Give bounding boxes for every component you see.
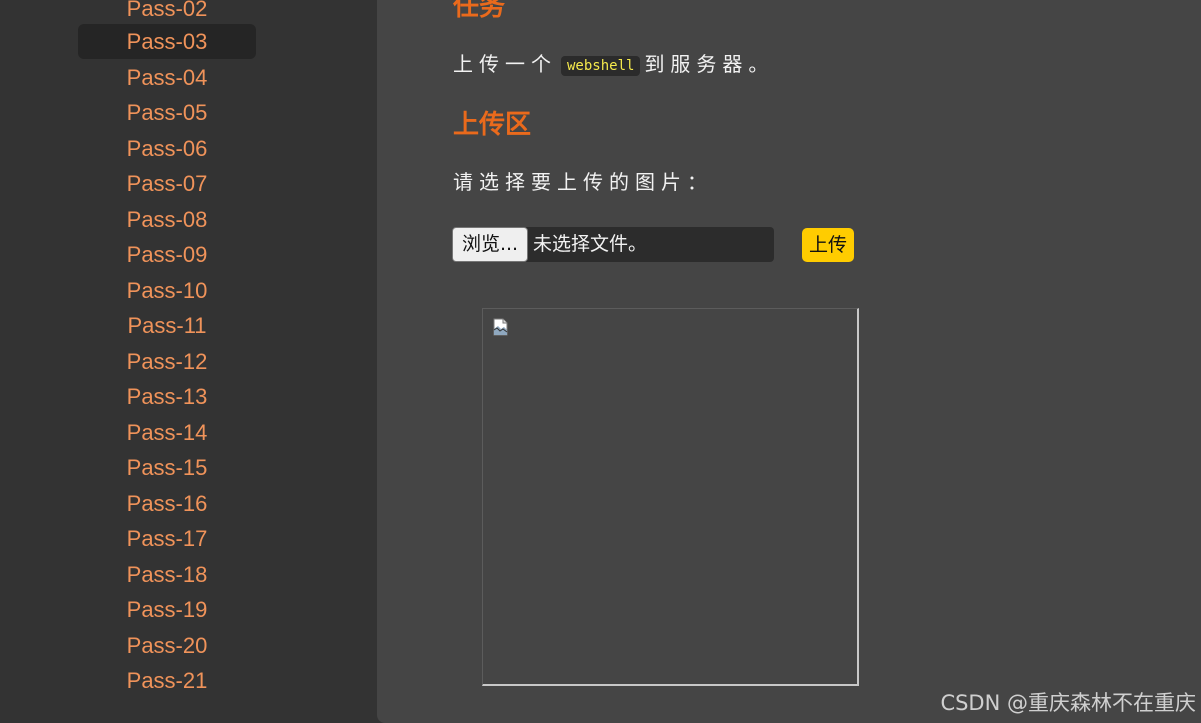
sidebar-item-pass-06[interactable]: Pass-06 — [78, 131, 256, 166]
sidebar-item-pass-09[interactable]: Pass-09 — [78, 237, 256, 272]
task-text-before: 上传一个 — [453, 52, 557, 76]
sidebar-item-pass-02[interactable]: Pass-02 — [78, 0, 256, 26]
upload-button[interactable]: 上传 — [802, 228, 854, 262]
sidebar-item-pass-14[interactable]: Pass-14 — [78, 415, 256, 450]
upload-prompt: 请选择要上传的图片： — [453, 170, 713, 194]
webshell-code: webshell — [561, 55, 641, 76]
sidebar-item-pass-12[interactable]: Pass-12 — [78, 344, 256, 379]
image-preview — [482, 308, 859, 686]
task-heading: 任务 — [453, 0, 506, 22]
sidebar-item-pass-11[interactable]: Pass-11 — [78, 308, 256, 343]
sidebar-item-pass-08[interactable]: Pass-08 — [78, 202, 256, 237]
upload-heading: 上传区 — [453, 110, 532, 140]
sidebar-item-pass-17[interactable]: Pass-17 — [78, 521, 256, 556]
sidebar-item-pass-20[interactable]: Pass-20 — [78, 628, 256, 663]
sidebar-item-pass-16[interactable]: Pass-16 — [78, 486, 256, 521]
sidebar-item-pass-18[interactable]: Pass-18 — [78, 557, 256, 592]
file-status-text: 未选择文件。 — [533, 233, 648, 255]
task-text-after: 到服务器。 — [644, 52, 775, 76]
sidebar-item-pass-07[interactable]: Pass-07 — [78, 166, 256, 201]
broken-image-icon — [493, 318, 508, 336]
sidebar-item-pass-15[interactable]: Pass-15 — [78, 450, 256, 485]
sidebar-item-pass-05[interactable]: Pass-05 — [78, 95, 256, 130]
sidebar-item-pass-04[interactable]: Pass-04 — [78, 60, 256, 95]
sidebar-item-pass-13[interactable]: Pass-13 — [78, 379, 256, 414]
watermark: CSDN @重庆森林不在重庆 — [940, 691, 1196, 715]
sidebar-item-pass-10[interactable]: Pass-10 — [78, 273, 256, 308]
sidebar: Pass-02 Pass-03 Pass-04 Pass-05 Pass-06 … — [0, 0, 377, 723]
file-input[interactable]: 浏览... 未选择文件。 — [452, 227, 774, 262]
sidebar-item-pass-19[interactable]: Pass-19 — [78, 592, 256, 627]
sidebar-item-pass-03[interactable]: Pass-03 — [78, 24, 256, 59]
task-description: 上传一个 webshell 到服务器。 — [453, 48, 774, 77]
sidebar-item-pass-21[interactable]: Pass-21 — [78, 663, 256, 698]
browse-button[interactable]: 浏览... — [452, 227, 528, 262]
